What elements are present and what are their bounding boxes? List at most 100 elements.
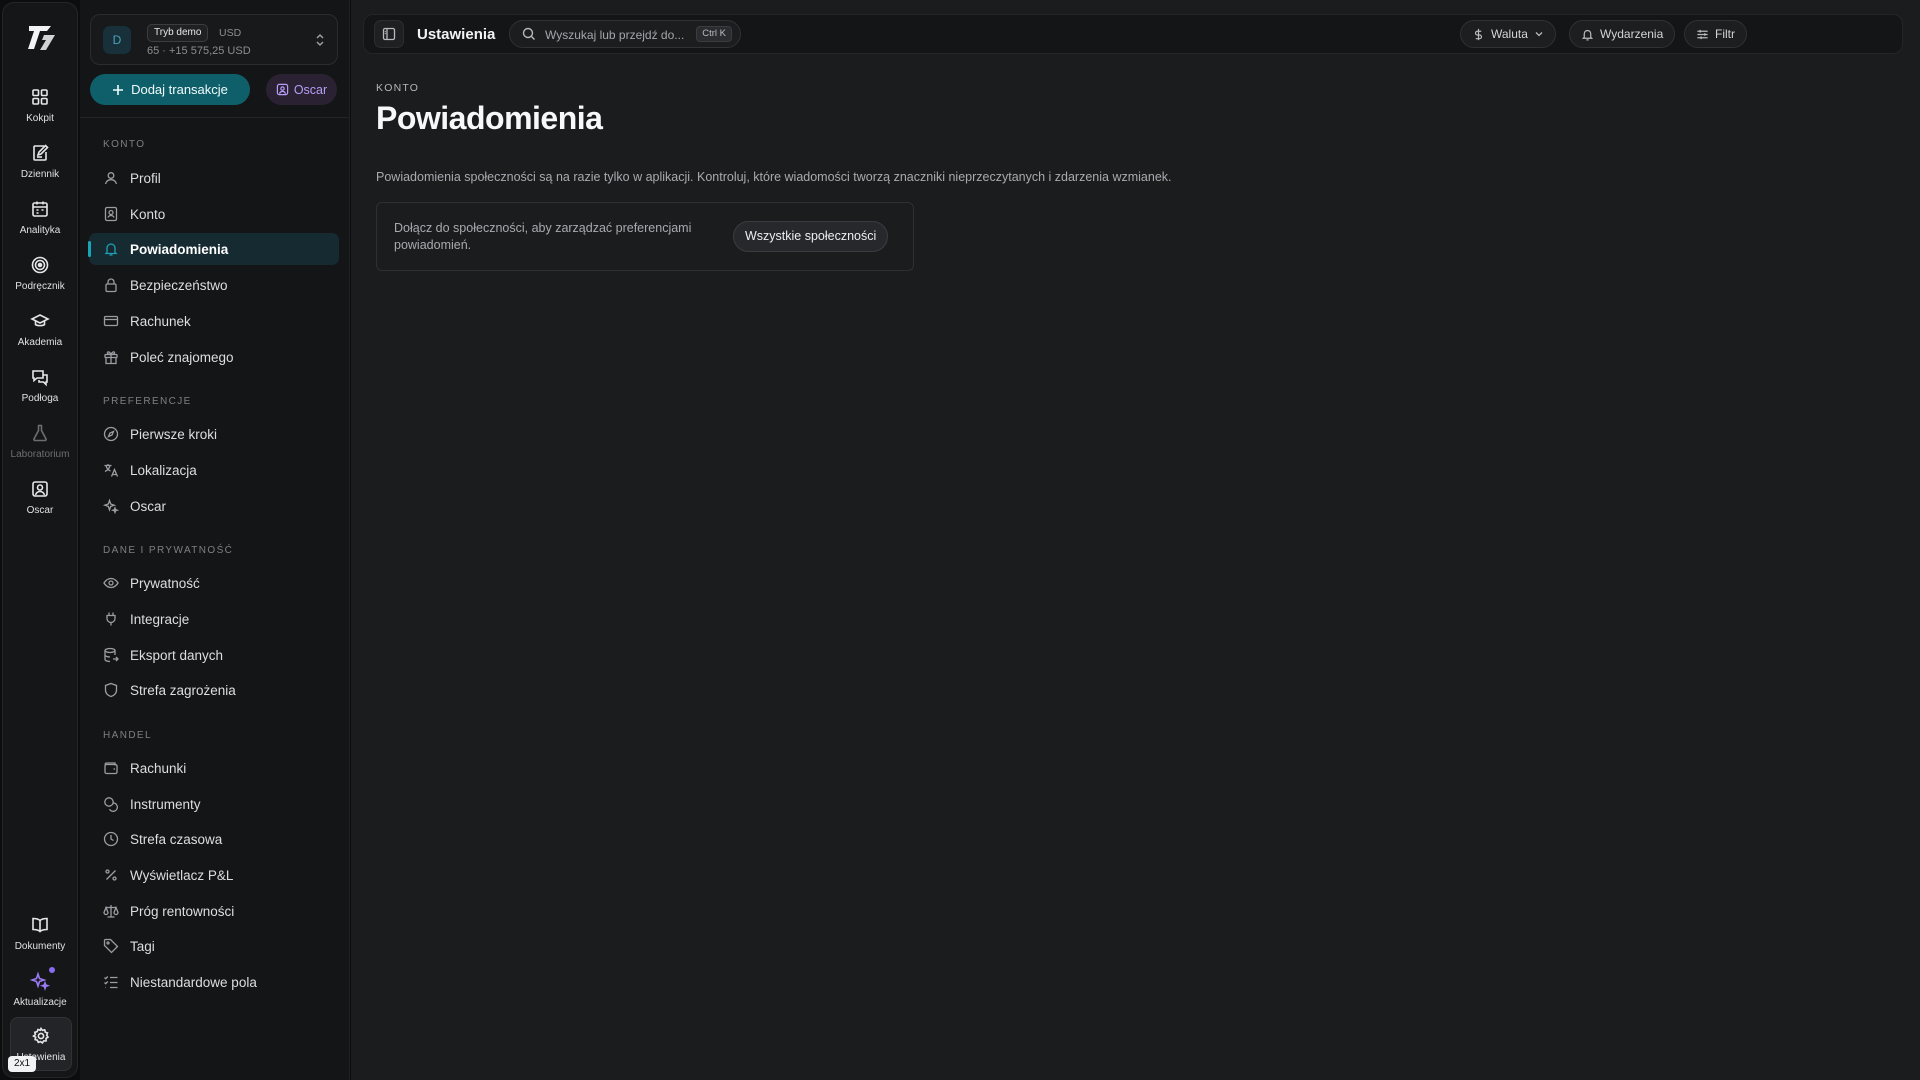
panel-left-icon	[382, 27, 396, 41]
chat-bubbles-icon	[30, 367, 50, 387]
filter-label: Filtr	[1715, 27, 1735, 41]
sidebar-item-rachunki[interactable]: Rachunki	[89, 752, 339, 784]
account-switcher[interactable]: D Tryb demo USD 65 · +15 575,25 USD	[90, 14, 338, 65]
graduation-cap-icon	[30, 311, 50, 331]
sidebar-item-prog-rentownosci[interactable]: Próg rentowności	[89, 895, 339, 927]
oscar-portrait-icon	[30, 479, 50, 499]
sidebar-item-label: Pierwsze kroki	[130, 426, 218, 442]
sidebar-item-strefa-zagrozenia[interactable]: Strefa zagrożenia	[89, 674, 339, 706]
chevron-up-down-icon	[313, 32, 327, 48]
rail-item-akademia[interactable]: Akademia	[3, 307, 77, 363]
section-title-dane-i-prywatnosc: DANE I PRYWATNOŚĆ	[103, 545, 234, 556]
add-transaction-label: Dodaj transakcje	[131, 82, 228, 97]
rail-item-oscar[interactable]: Oscar	[3, 475, 77, 531]
events-button[interactable]: Wydarzenia	[1569, 20, 1676, 48]
sidebar-toggle-button[interactable]	[374, 20, 404, 48]
sidebar-item-label: Konto	[130, 206, 166, 222]
target-icon	[30, 255, 50, 275]
app-logo-icon[interactable]	[25, 21, 59, 55]
bell-icon	[103, 241, 119, 257]
oscar-button[interactable]: Oscar	[266, 74, 337, 105]
sparkles-icon	[103, 498, 119, 514]
rail-item-podrecznik[interactable]: Podręcznik	[3, 251, 77, 307]
rail-item-podloga[interactable]: Podłoga	[3, 363, 77, 419]
sidebar-item-prywatnosc[interactable]: Prywatność	[89, 567, 339, 599]
sidebar-item-niestandardowe-pola[interactable]: Niestandardowe pola	[89, 966, 339, 998]
main-content: Ustawienia Wyszukaj lub przejdź do... Ct…	[351, 0, 1920, 1080]
percent-icon	[103, 867, 119, 883]
rail-label: Akademia	[17, 337, 63, 348]
plug-icon	[103, 611, 119, 627]
user-icon	[103, 170, 119, 186]
update-dot	[49, 967, 55, 973]
book-icon	[30, 915, 50, 935]
gift-icon	[103, 349, 119, 365]
rail-item-dziennik[interactable]: Dziennik	[3, 139, 77, 195]
oscar-label: Oscar	[293, 82, 328, 97]
sidebar-item-label: Strefa czasowa	[130, 831, 223, 847]
sidebar-item-strefa-czasowa[interactable]: Strefa czasowa	[89, 823, 339, 855]
sidebar-item-integracje[interactable]: Integracje	[89, 603, 339, 635]
sidebar-item-rachunek[interactable]: Rachunek	[89, 305, 339, 337]
sidebar-item-lokalizacja[interactable]: Lokalizacja	[89, 454, 339, 486]
sidebar-item-label: Rachunki	[130, 760, 187, 776]
dollar-icon	[1472, 28, 1485, 41]
section-title-handel: HANDEL	[103, 730, 152, 741]
sidebar-item-label: Wyświetlacz P&L	[130, 867, 234, 883]
sidebar-item-label: Niestandardowe pola	[130, 974, 257, 990]
sliders-icon	[1696, 28, 1709, 41]
currency-dropdown[interactable]: Waluta	[1460, 20, 1556, 48]
rail-label: Podłoga	[21, 393, 59, 404]
settings-sidebar: D Tryb demo USD 65 · +15 575,25 USD Doda…	[80, 0, 350, 1080]
sidebar-item-profil[interactable]: Profil	[89, 162, 339, 194]
sidebar-item-konto[interactable]: Konto	[89, 198, 339, 230]
rail-item-dokumenty[interactable]: Dokumenty	[3, 911, 77, 967]
checklist-icon	[103, 974, 119, 990]
page-header-title: Ustawienia	[417, 26, 496, 43]
search-input[interactable]: Wyszukaj lub przejdź do... Ctrl K	[509, 20, 741, 48]
sidebar-item-label: Lokalizacja	[130, 462, 197, 478]
section-title-preferencje: PREFERENCJE	[103, 396, 192, 407]
scale-icon	[103, 903, 119, 919]
rail-label: Aktualizacje	[13, 997, 67, 1008]
gear-icon	[31, 1026, 51, 1046]
rail-item-laboratorium[interactable]: Laboratorium	[3, 419, 77, 475]
sidebar-item-eksport-danych[interactable]: Eksport danych	[89, 639, 339, 671]
sparkles-icon	[30, 971, 50, 991]
sidebar-item-oscar[interactable]: Oscar	[89, 490, 339, 522]
plus-icon	[112, 84, 124, 96]
sidebar-item-tagi[interactable]: Tagi	[89, 930, 339, 962]
bell-icon	[1581, 28, 1594, 41]
sidebar-item-label: Próg rentowności	[130, 903, 235, 919]
dashboard-icon	[30, 87, 50, 107]
account-currency: USD	[219, 27, 242, 39]
add-transaction-button[interactable]: Dodaj transakcje	[90, 74, 250, 105]
account-avatar: D	[103, 26, 131, 54]
sidebar-item-powiadomienia[interactable]: Powiadomienia	[88, 233, 339, 265]
sidebar-item-instrumenty[interactable]: Instrumenty	[89, 788, 339, 820]
journal-icon	[30, 143, 50, 163]
sidebar-item-label: Integracje	[130, 611, 190, 627]
sidebar-item-label: Prywatność	[130, 575, 200, 591]
shortcut-badge: 2x1	[8, 1056, 37, 1072]
clock-icon	[103, 831, 119, 847]
search-placeholder: Wyszukaj lub przejdź do...	[545, 28, 685, 42]
sidebar-item-bezpieczenstwo[interactable]: Bezpieczeństwo	[89, 269, 339, 301]
coins-icon	[103, 796, 119, 812]
credit-card-icon	[103, 313, 119, 329]
rail-item-kokpit[interactable]: Kokpit	[3, 83, 77, 139]
app-rail: Kokpit Dziennik Analityka Podręcznik Aka…	[2, 2, 78, 1078]
sidebar-item-pierwsze-kroki[interactable]: Pierwsze kroki	[89, 418, 339, 450]
rail-item-aktualizacje[interactable]: Aktualizacje	[3, 967, 77, 1023]
rail-item-analityka[interactable]: Analityka	[3, 195, 77, 251]
all-communities-button[interactable]: Wszystkie społeczności	[733, 221, 889, 252]
filter-button[interactable]: Filtr	[1684, 20, 1747, 48]
sidebar-item-wyswietlacz-pl[interactable]: Wyświetlacz P&L	[89, 859, 339, 891]
eye-icon	[103, 575, 119, 591]
rail-label: Analityka	[19, 225, 61, 236]
sidebar-item-polec-znajomego[interactable]: Poleć znajomego	[89, 341, 339, 373]
compass-icon	[103, 426, 119, 442]
database-export-icon	[103, 647, 119, 663]
top-bar: Ustawienia Wyszukaj lub przejdź do... Ct…	[363, 14, 1903, 54]
sidebar-item-label: Bezpieczeństwo	[130, 277, 228, 293]
